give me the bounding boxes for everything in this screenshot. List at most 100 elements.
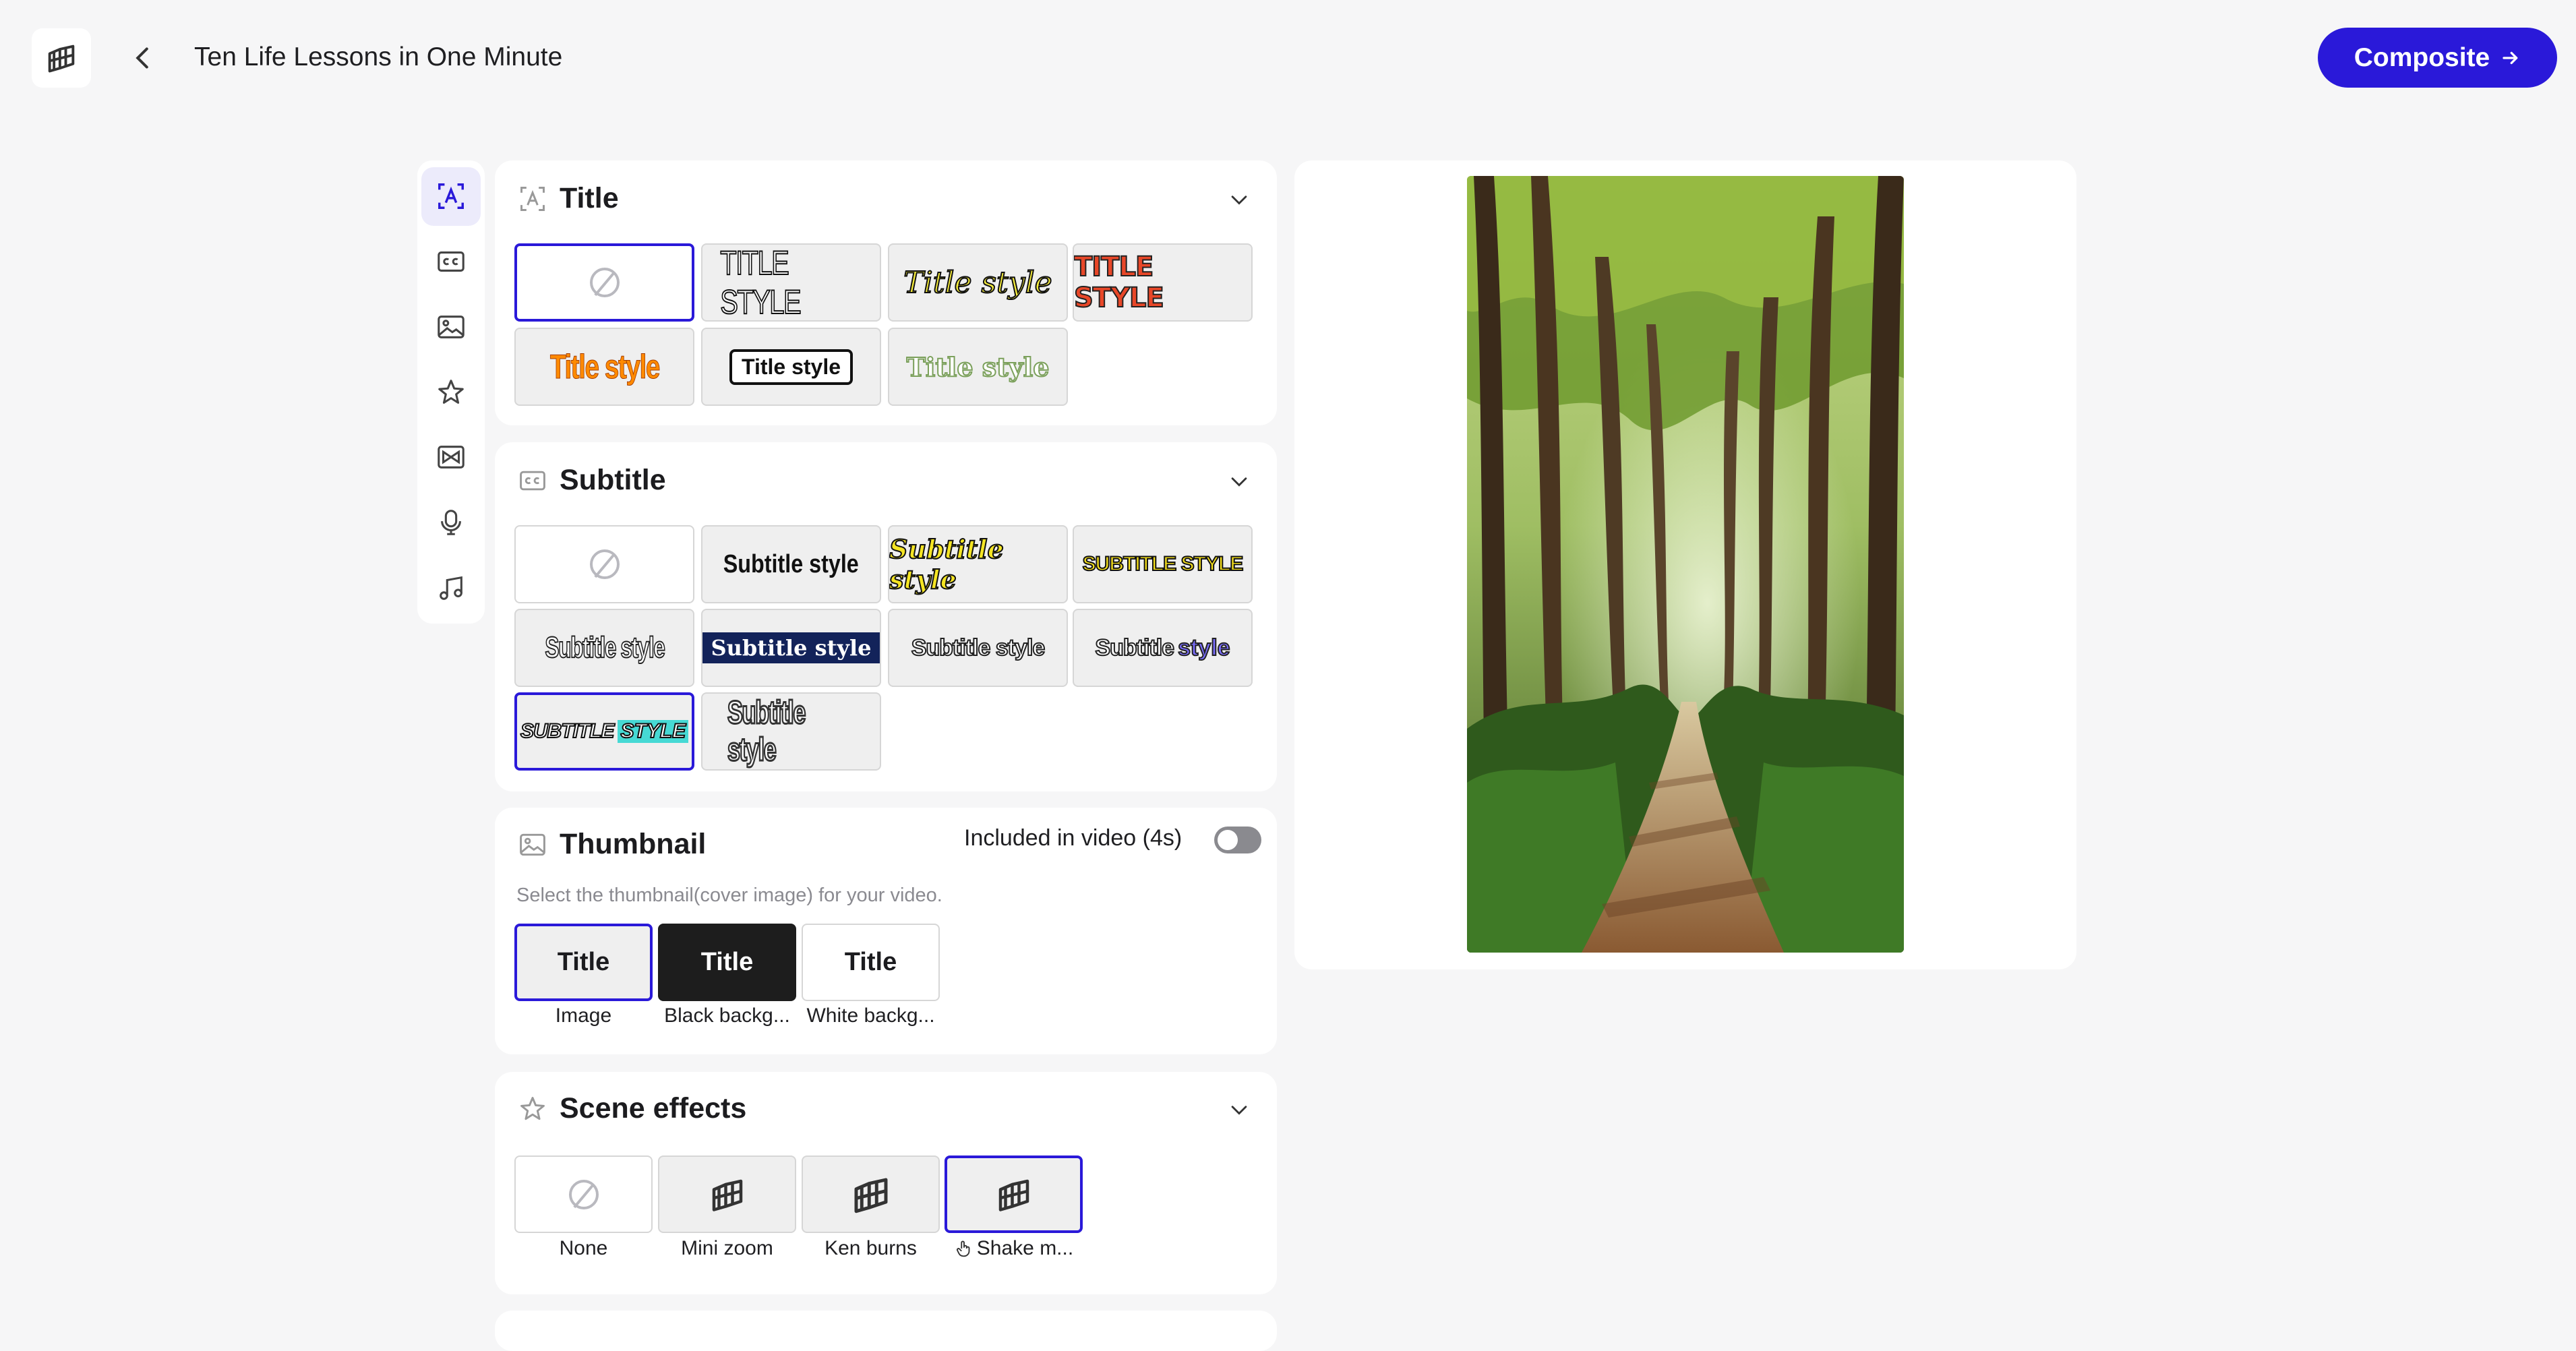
subtitle-icon — [520, 471, 545, 490]
thumbnail-option-text: Title — [700, 948, 754, 976]
thumbnail-panel: Thumbnail Included in video (4s) Select … — [495, 808, 1277, 1054]
title-style-sample: Title style — [729, 349, 853, 385]
arrow-right-icon — [2503, 51, 2518, 64]
subtitle-panel: Subtitle Subtitle style Subtitle style S… — [495, 442, 1277, 791]
subtitle-style-1[interactable]: Subtitle style — [701, 525, 881, 603]
thumbnail-option-label: Black backg... — [664, 1004, 790, 1027]
scene-effect-none[interactable] — [514, 1155, 653, 1233]
title-style-1[interactable]: TITLE STYLE — [701, 243, 881, 322]
scene-effects-panel-heading: Scene effects — [560, 1092, 747, 1124]
thumbnail-option-image[interactable]: Title — [514, 924, 653, 1001]
app-logo[interactable] — [32, 28, 91, 88]
composite-button[interactable]: Composite — [2318, 28, 2557, 88]
subtitle-style-6[interactable]: Subtitle style — [888, 609, 1068, 687]
title-style-5[interactable]: Title style — [701, 328, 881, 406]
subtitle-style-sample: Subtitle style — [727, 694, 807, 769]
scene-effects-panel: Scene effects None Mini zoom Ken burns S… — [495, 1072, 1277, 1294]
subtitle-style-sample: SUBTITLE — [520, 719, 616, 743]
title-style-3[interactable]: TITLE STYLE — [1073, 243, 1253, 322]
sparkle-star-icon — [520, 1096, 545, 1120]
preview-image — [1467, 176, 1904, 953]
project-title[interactable]: Ten Life Lessons in One Minute — [194, 40, 562, 74]
thumbnail-option-text: Title — [844, 948, 897, 976]
scene-effect-mini-zoom[interactable] — [658, 1155, 796, 1233]
toggle-knob — [1218, 830, 1238, 850]
subtitle-collapse-button[interactable] — [1226, 468, 1253, 495]
scene-effect-shake[interactable] — [945, 1155, 1083, 1233]
title-style-2[interactable]: Title style — [888, 243, 1068, 322]
subtitle-style-4[interactable]: Subtitle style — [514, 609, 694, 687]
subtitle-style-2[interactable]: Subtitle style — [888, 525, 1068, 603]
subtitle-style-9[interactable]: Subtitle style — [701, 692, 881, 771]
scene-effect-label-shake: Shake m... — [945, 1237, 1083, 1260]
music-note-icon — [440, 576, 462, 600]
nav-voice[interactable] — [421, 493, 481, 552]
none-icon — [589, 268, 620, 297]
nav-transitions[interactable] — [421, 428, 481, 487]
nav-scene-effects[interactable] — [421, 363, 481, 421]
subtitle-style-sample: Subtitle style — [723, 549, 860, 578]
back-button[interactable] — [125, 38, 159, 78]
title-style-4[interactable]: Title style — [514, 328, 694, 406]
title-icon — [438, 183, 464, 210]
thumbnail-panel-heading: Thumbnail — [560, 828, 707, 860]
next-panel — [495, 1311, 1277, 1351]
forest-path-image — [1467, 176, 1904, 953]
nav-subtitle[interactable] — [421, 233, 481, 291]
title-style-sample: Title style — [549, 348, 660, 386]
chevron-down-icon — [1231, 196, 1247, 205]
title-panel-heading: Title — [560, 182, 619, 214]
microphone-icon — [441, 510, 461, 535]
none-icon — [589, 549, 620, 579]
image-icon — [438, 315, 465, 338]
title-style-sample: Title style — [903, 265, 1052, 301]
scene-effect-ken-burns[interactable] — [802, 1155, 940, 1233]
side-nav — [417, 160, 485, 624]
effect-preview-icon — [712, 1179, 742, 1211]
title-collapse-button[interactable] — [1226, 186, 1253, 213]
chevron-down-icon — [1231, 477, 1247, 487]
scene-effects-collapse-button[interactable] — [1226, 1096, 1253, 1123]
title-style-sample: TITLE STYLE — [720, 244, 802, 321]
subtitle-style-sample-highlight: style — [1177, 634, 1230, 661]
scene-effect-label: Mini zoom — [681, 1237, 773, 1259]
transition-icon — [438, 446, 465, 469]
subtitle-style-sample-highlight: STYLE — [618, 719, 689, 743]
title-style-none[interactable] — [514, 243, 694, 322]
subtitle-style-sample: Subtitle style — [702, 632, 880, 663]
effect-preview-icon — [854, 1178, 887, 1213]
title-icon — [520, 186, 545, 211]
title-style-sample: Title style — [906, 351, 1050, 383]
thumbnail-option-black-background[interactable]: Title — [658, 924, 796, 1001]
nav-title[interactable] — [421, 167, 481, 226]
nav-thumbnail[interactable] — [421, 297, 481, 356]
thumbnail-option-text: Title — [557, 948, 610, 976]
scene-effect-label: None — [559, 1237, 608, 1259]
subtitle-style-sample: Subtitle — [1094, 634, 1175, 661]
title-style-6[interactable]: Title style — [888, 328, 1068, 406]
title-style-sample: TITLE STYLE — [1074, 251, 1165, 314]
chevron-down-icon — [1231, 1106, 1247, 1115]
subtitle-style-8[interactable]: SUBTITLE STYLE — [514, 692, 694, 771]
thumbnail-option-label: White backg... — [806, 1004, 935, 1027]
subtitle-style-none[interactable] — [514, 525, 694, 603]
effect-preview-icon — [998, 1179, 1029, 1211]
included-in-video-toggle[interactable] — [1214, 827, 1261, 853]
subtitle-style-3[interactable]: SUBTITLE STYLE — [1073, 525, 1253, 603]
nav-music[interactable] — [421, 558, 481, 617]
scene-effect-label: Shake m... — [976, 1237, 1074, 1259]
scene-effect-label: Ken burns — [825, 1237, 917, 1259]
subtitle-style-7[interactable]: Subtitle style — [1073, 609, 1253, 687]
thumbnail-option-label: Image — [555, 1004, 612, 1027]
subtitle-style-sample: Subtitle style — [911, 634, 1046, 661]
subtitle-style-5[interactable]: Subtitle style — [701, 609, 881, 687]
thumbnail-option-white-background[interactable]: Title — [802, 924, 940, 1001]
image-icon — [520, 833, 545, 855]
subtitle-icon — [438, 251, 465, 272]
subtitle-style-sample: Subtitle style — [889, 533, 1005, 595]
subtitle-style-sample: SUBTITLE STYLE — [1082, 552, 1245, 576]
composite-label: Composite — [2354, 42, 2490, 72]
none-icon — [568, 1179, 599, 1209]
subtitle-panel-heading: Subtitle — [560, 464, 666, 496]
title-panel: Title TITLE STYLE Title style TITLE STYL… — [495, 160, 1277, 425]
